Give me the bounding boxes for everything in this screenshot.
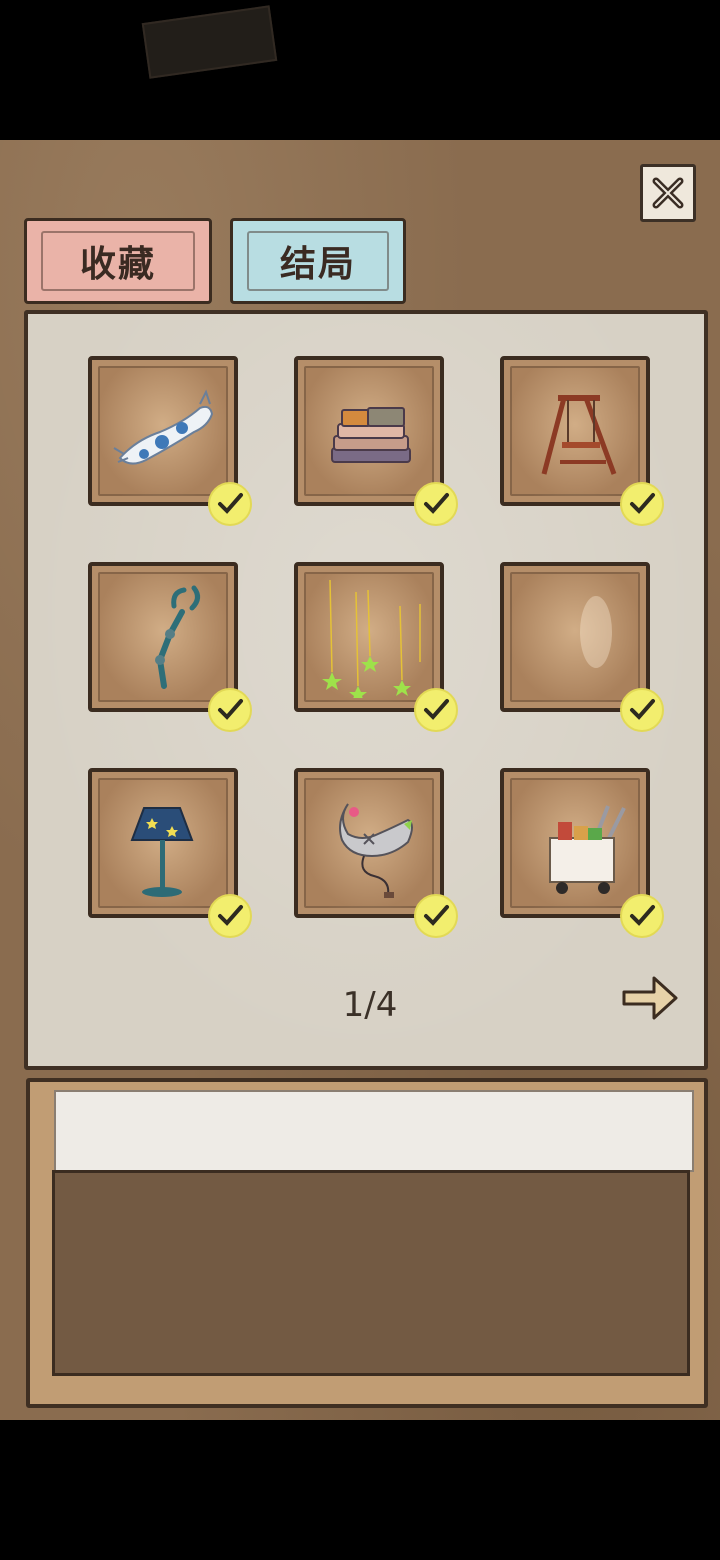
item-description-box <box>26 1078 708 1408</box>
collected-check <box>414 894 458 938</box>
checkmark-icon <box>424 905 449 926</box>
arrow-right-icon <box>622 976 678 1020</box>
bottom-nav-bar <box>0 1420 720 1560</box>
checkmark-icon <box>218 493 243 514</box>
item-slot-star-lamp[interactable] <box>88 768 252 938</box>
collected-check <box>208 482 252 526</box>
item-description-area <box>52 1170 690 1376</box>
item-slot-cat-pillow[interactable] <box>88 356 252 526</box>
checkmark-icon <box>424 699 449 720</box>
tab-endings[interactable]: 结局 <box>230 218 406 304</box>
checkmark-icon <box>630 699 655 720</box>
checkmark-icon <box>218 905 243 926</box>
game-controller-icon <box>339 803 413 898</box>
tab-endings-label: 结局 <box>279 244 356 285</box>
item-title-strip <box>54 1090 694 1172</box>
item-slot-game-controller[interactable] <box>294 768 458 938</box>
collected-check <box>208 688 252 732</box>
tab-collection[interactable]: 收藏 <box>24 218 212 304</box>
checkmark-icon <box>424 493 449 514</box>
cat-pillow-icon <box>113 389 214 465</box>
collected-check <box>620 688 664 732</box>
checkmark-icon <box>630 493 655 514</box>
grabber-claw-icon <box>155 585 200 689</box>
item-slot-star-strings[interactable] <box>294 562 458 732</box>
background-sign <box>141 5 278 79</box>
collected-check <box>620 894 664 938</box>
item-slot-empty-item[interactable] <box>500 562 664 732</box>
item-slot-grabber-claw[interactable] <box>88 562 252 732</box>
collected-check <box>620 482 664 526</box>
checkmark-icon <box>630 905 655 926</box>
checkmark-icon <box>218 699 243 720</box>
star-lamp-icon <box>130 807 194 897</box>
collected-check <box>414 688 458 732</box>
collected-check <box>414 482 458 526</box>
item-slot-stacked-clothes[interactable] <box>294 356 458 526</box>
star-strings-icon <box>322 579 421 698</box>
item-slot-wooden-swing[interactable] <box>500 356 664 526</box>
next-page-button[interactable] <box>620 972 680 1024</box>
tab-collection-label: 收藏 <box>79 244 156 285</box>
wooden-swing-icon <box>541 395 617 475</box>
page-indicator: 1/4 <box>342 985 398 1025</box>
faded-item-icon <box>580 596 612 668</box>
collected-check <box>208 894 252 938</box>
item-slot-shopping-cart[interactable] <box>500 768 664 938</box>
top-system-bar <box>0 0 720 140</box>
close-button[interactable] <box>640 164 696 222</box>
stacked-clothes-icon <box>331 407 411 463</box>
close-x-icon <box>652 177 684 209</box>
shopping-cart-icon <box>549 805 626 894</box>
